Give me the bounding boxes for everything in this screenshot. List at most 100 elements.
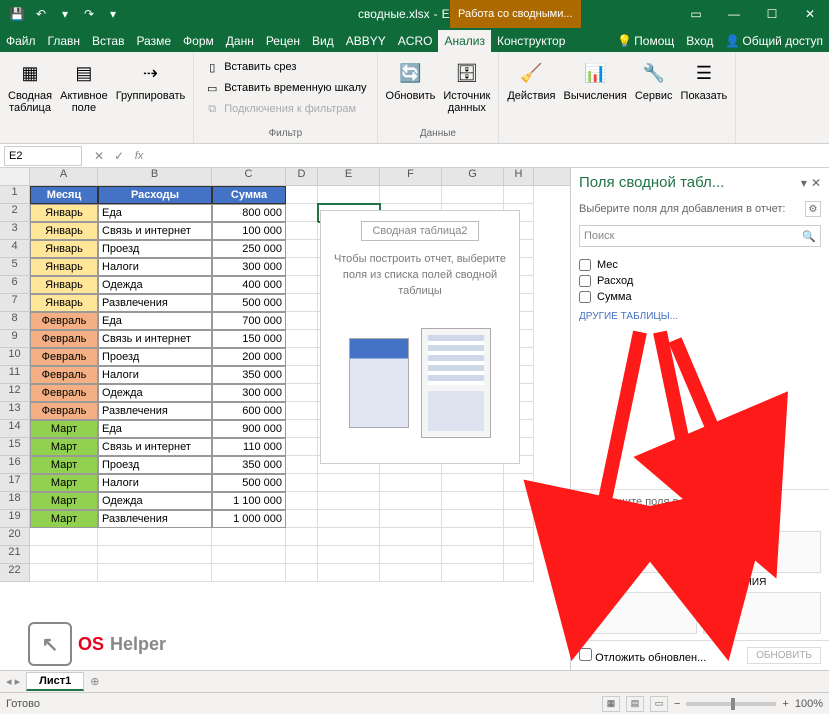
cell[interactable]: Еда bbox=[98, 204, 212, 222]
pane-close-icon[interactable]: ✕ bbox=[811, 176, 821, 190]
cell[interactable]: Март bbox=[30, 438, 98, 456]
cell[interactable]: Январь bbox=[30, 294, 98, 312]
actions-button[interactable]: 🧹Действия bbox=[503, 54, 559, 126]
cell[interactable] bbox=[286, 258, 318, 276]
normal-view-button[interactable]: ▦ bbox=[602, 696, 620, 712]
fx-button[interactable]: fx bbox=[130, 147, 148, 165]
sign-in[interactable]: Вход bbox=[680, 30, 719, 52]
row-header[interactable]: 1 bbox=[0, 186, 30, 204]
cell[interactable]: Расходы bbox=[98, 186, 212, 204]
cell[interactable] bbox=[98, 528, 212, 546]
redo-button[interactable]: ↷ bbox=[78, 3, 100, 25]
row-header[interactable]: 3 bbox=[0, 222, 30, 240]
cell[interactable] bbox=[318, 510, 380, 528]
cell[interactable] bbox=[380, 546, 442, 564]
cell[interactable]: Март bbox=[30, 420, 98, 438]
cell[interactable] bbox=[286, 546, 318, 564]
row-header[interactable]: 2 bbox=[0, 204, 30, 222]
tab-layout[interactable]: Разме bbox=[130, 30, 177, 52]
tab-data[interactable]: Данн bbox=[220, 30, 260, 52]
area-columns-box[interactable] bbox=[703, 531, 821, 573]
cell[interactable] bbox=[98, 546, 212, 564]
cell[interactable] bbox=[286, 222, 318, 240]
col-header-E[interactable]: E bbox=[318, 168, 380, 185]
cell[interactable] bbox=[286, 564, 318, 582]
tab-view[interactable]: Вид bbox=[306, 30, 340, 52]
minimize-button[interactable]: — bbox=[715, 0, 753, 28]
zoom-in-button[interactable]: + bbox=[782, 698, 788, 710]
defer-update-checkbox[interactable]: Отложить обновлен... bbox=[579, 648, 706, 664]
row-header[interactable]: 17 bbox=[0, 474, 30, 492]
cell[interactable] bbox=[30, 546, 98, 564]
col-header-H[interactable]: H bbox=[504, 168, 534, 185]
row-header[interactable]: 22 bbox=[0, 564, 30, 582]
qat-more-2[interactable]: ▾ bbox=[102, 3, 124, 25]
insert-timeline-button[interactable]: ▭Вставить временную шкалу bbox=[200, 78, 370, 98]
cell[interactable]: 600 000 bbox=[212, 402, 286, 420]
cell[interactable]: Налоги bbox=[98, 474, 212, 492]
col-header-B[interactable]: B bbox=[98, 168, 212, 185]
cell[interactable]: Март bbox=[30, 492, 98, 510]
cell[interactable]: Февраль bbox=[30, 366, 98, 384]
cell[interactable] bbox=[30, 564, 98, 582]
cell[interactable] bbox=[286, 456, 318, 474]
cell[interactable]: Февраль bbox=[30, 402, 98, 420]
row-header[interactable]: 11 bbox=[0, 366, 30, 384]
tools-button[interactable]: 🔧Сервис bbox=[631, 54, 677, 126]
cell[interactable]: Развлечения bbox=[98, 510, 212, 528]
row-header[interactable]: 9 bbox=[0, 330, 30, 348]
field-item[interactable]: Мес bbox=[579, 257, 821, 273]
cell[interactable] bbox=[442, 492, 504, 510]
tab-file[interactable]: Файл bbox=[0, 30, 42, 52]
cell[interactable] bbox=[318, 564, 380, 582]
add-sheet-button[interactable]: ⊕ bbox=[84, 675, 105, 688]
cell[interactable]: Одежда bbox=[98, 384, 212, 402]
tab-acrobat[interactable]: ACRO bbox=[392, 30, 439, 52]
row-header[interactable]: 10 bbox=[0, 348, 30, 366]
group-button[interactable]: ⇢ Группировать bbox=[112, 54, 190, 126]
cell[interactable]: Еда bbox=[98, 420, 212, 438]
cell[interactable] bbox=[286, 312, 318, 330]
cell[interactable] bbox=[318, 186, 380, 204]
filter-connections-button[interactable]: ⧉Подключения к фильтрам bbox=[200, 99, 370, 119]
cell[interactable] bbox=[286, 510, 318, 528]
data-source-button[interactable]: 🗄 Источник данных bbox=[439, 54, 494, 126]
cell[interactable] bbox=[286, 240, 318, 258]
sheet-nav[interactable]: ◂ ▸ bbox=[0, 675, 26, 688]
tab-analyze[interactable]: Анализ bbox=[438, 30, 491, 52]
cell[interactable] bbox=[286, 348, 318, 366]
cell[interactable]: 500 000 bbox=[212, 474, 286, 492]
select-all-corner[interactable] bbox=[0, 168, 30, 185]
cell[interactable]: Март bbox=[30, 474, 98, 492]
cell[interactable]: 350 000 bbox=[212, 366, 286, 384]
cell[interactable] bbox=[380, 474, 442, 492]
cell[interactable]: Связь и интернет bbox=[98, 222, 212, 240]
row-header[interactable]: 20 bbox=[0, 528, 30, 546]
cell[interactable] bbox=[380, 492, 442, 510]
row-header[interactable]: 4 bbox=[0, 240, 30, 258]
cell[interactable]: 1 100 000 bbox=[212, 492, 286, 510]
tab-home[interactable]: Главн bbox=[42, 30, 87, 52]
cell[interactable] bbox=[380, 564, 442, 582]
tab-design[interactable]: Конструктор bbox=[491, 30, 571, 52]
tell-me[interactable]: 💡Помощ bbox=[611, 30, 680, 52]
cell[interactable] bbox=[286, 438, 318, 456]
tab-abbyy[interactable]: ABBYY bbox=[340, 30, 392, 52]
row-header[interactable]: 21 bbox=[0, 546, 30, 564]
row-header[interactable]: 6 bbox=[0, 276, 30, 294]
cell[interactable]: Месяц bbox=[30, 186, 98, 204]
calculations-button[interactable]: 📊Вычисления bbox=[560, 54, 631, 126]
name-box[interactable]: E2 bbox=[4, 146, 82, 166]
zoom-slider[interactable] bbox=[686, 702, 776, 706]
col-header-D[interactable]: D bbox=[286, 168, 318, 185]
field-checkbox[interactable] bbox=[579, 275, 591, 287]
row-header[interactable]: 18 bbox=[0, 492, 30, 510]
field-checkbox[interactable] bbox=[579, 259, 591, 271]
row-header[interactable]: 13 bbox=[0, 402, 30, 420]
cell[interactable]: Налоги bbox=[98, 366, 212, 384]
cell[interactable] bbox=[212, 546, 286, 564]
tab-review[interactable]: Рецен bbox=[260, 30, 306, 52]
cell[interactable]: Одежда bbox=[98, 492, 212, 510]
area-values-box[interactable] bbox=[703, 592, 821, 634]
cell[interactable] bbox=[286, 402, 318, 420]
